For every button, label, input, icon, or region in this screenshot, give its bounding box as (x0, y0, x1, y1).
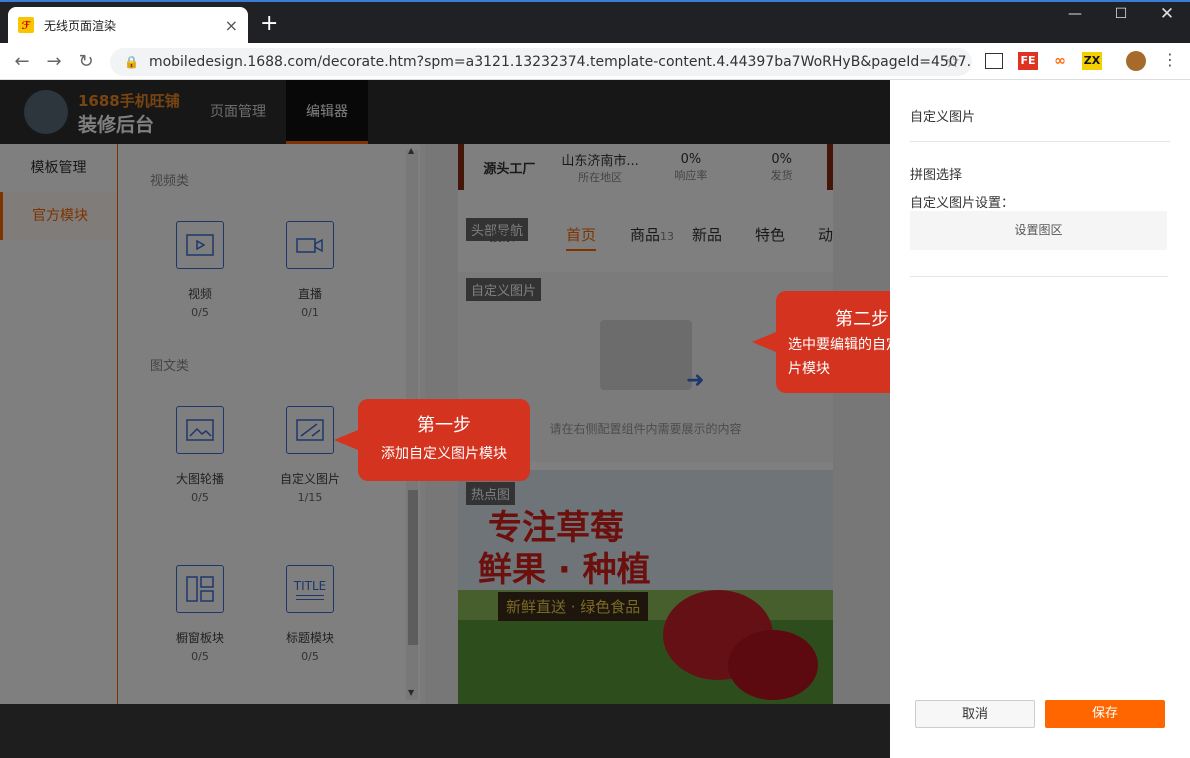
profile-avatar[interactable] (1126, 51, 1146, 71)
callout-pointer (334, 430, 358, 450)
back-icon[interactable]: ← (6, 51, 38, 72)
divider (910, 141, 1170, 142)
lock-icon: 🔒 (124, 55, 139, 69)
close-window-icon[interactable]: ✕ (1144, 4, 1190, 24)
forward-icon[interactable]: → (38, 51, 70, 72)
infinity-extension-icon[interactable]: ∞ (1050, 52, 1070, 70)
browser-tab[interactable]: ℱ 无线页面渲染 × (8, 7, 248, 43)
callout-step-one: 第一步 添加自定义图片模块 (358, 399, 530, 481)
set-area-button[interactable]: 设置图区 (910, 211, 1167, 250)
cancel-button[interactable]: 取消 (915, 700, 1035, 728)
bottom-bar (0, 704, 890, 758)
callout-title: 第一步 (417, 415, 471, 436)
reload-icon[interactable]: ↻ (70, 51, 102, 72)
url-bar[interactable]: 🔒 mobiledesign.1688.com/decorate.htm?spm… (110, 48, 972, 76)
save-button[interactable]: 保存 (1045, 700, 1165, 728)
panel-title: 自定义图片 (910, 110, 976, 125)
puzzle-select-label: 拼图选择 (910, 168, 963, 183)
tab-favicon: ℱ (18, 17, 34, 33)
menu-kebab-icon[interactable]: ⋮ (1162, 50, 1178, 69)
zx-extension-icon[interactable]: ZX (1082, 52, 1102, 70)
callout-text: 添加自定义图片模块 (381, 446, 507, 462)
bookmark-star-icon[interactable]: ☆ (945, 52, 960, 72)
tab-title: 无线页面渲染 (44, 18, 117, 33)
fe-extension-icon[interactable]: FE (1018, 52, 1038, 70)
minimize-icon[interactable]: — (1052, 6, 1098, 22)
maximize-icon[interactable]: ☐ (1098, 6, 1144, 22)
callout-pointer (752, 332, 776, 352)
dim-overlay (0, 80, 890, 704)
close-tab-icon[interactable]: × (225, 16, 238, 35)
screenshot-extension-icon[interactable] (985, 53, 1003, 69)
new-tab-button[interactable]: + (260, 12, 278, 36)
settings-label: 自定义图片设置： (910, 196, 1015, 211)
divider (910, 276, 1168, 277)
address-toolbar: ← → ↻ 🔒 mobiledesign.1688.com/decorate.h… (0, 43, 1190, 80)
url-text: mobiledesign.1688.com/decorate.htm?spm=a… (148, 54, 972, 70)
